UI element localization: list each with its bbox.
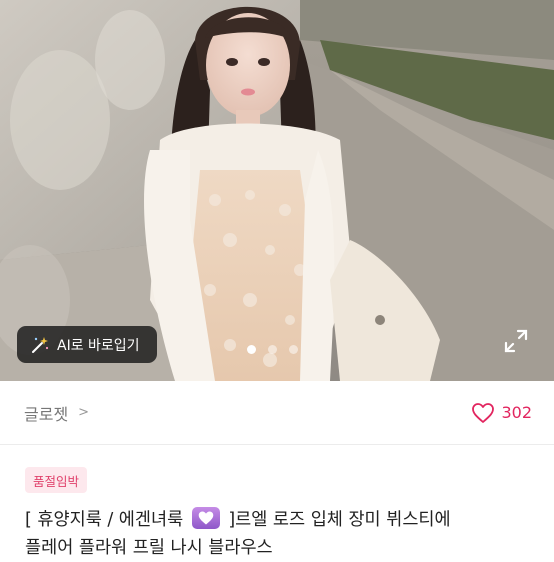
ai-try-on-button[interactable]: AI로 바로입기	[17, 326, 157, 363]
expand-icon[interactable]	[503, 328, 529, 354]
chevron-right-icon: >	[78, 405, 90, 420]
product-image-carousel[interactable]: AI로 바로입기	[0, 0, 554, 381]
carousel-indicator	[247, 345, 298, 354]
like-count: 302	[501, 403, 532, 422]
carousel-dot[interactable]	[268, 345, 277, 354]
purple-heart-emoji	[191, 507, 220, 529]
product-title-line2: 플레어 플라워 프릴 나시 블라우스	[25, 538, 273, 558]
product-photo	[0, 0, 554, 381]
seller-link[interactable]: 글로젯 >	[24, 401, 89, 425]
low-stock-badge: 품절임박	[25, 467, 88, 493]
ai-try-on-label: AI로 바로입기	[57, 337, 140, 354]
seller-name: 글로젯	[24, 404, 69, 424]
magic-wand-icon	[30, 335, 50, 355]
carousel-dot[interactable]	[247, 345, 256, 354]
product-title-suffix: ]르엘 로즈 입체 장미 뷔스티에	[222, 510, 451, 530]
product-title-prefix: [ 휴양지룩 / 에겐녀룩	[25, 510, 189, 530]
like-button[interactable]: 302	[471, 402, 532, 424]
seller-row: 글로젯 > 302	[0, 381, 554, 445]
heart-outline-icon	[472, 402, 495, 423]
carousel-dot[interactable]	[289, 345, 298, 354]
